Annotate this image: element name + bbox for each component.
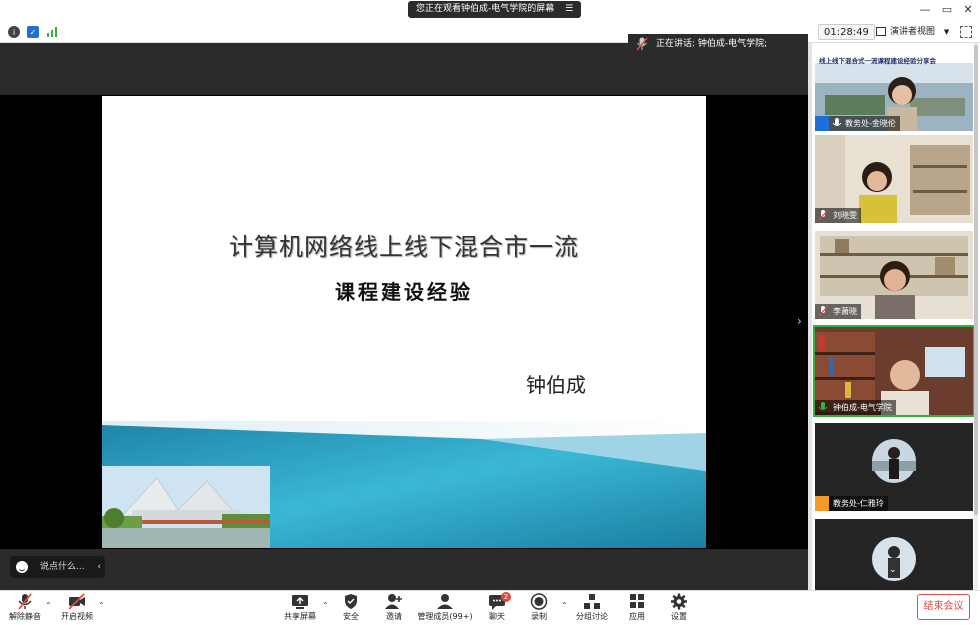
record-label: 录制 [531,612,547,621]
close-button[interactable]: ✕ [961,3,975,16]
meeting-timer: 01:28:49 [818,24,875,40]
minimize-button[interactable]: — [918,3,932,16]
participant-name-bar: 教务处-金晓伦 [815,116,900,131]
record-button[interactable]: 录制 [517,593,561,622]
slide-author: 钟伯成 [526,373,586,397]
chat-button[interactable]: 2 聊天 [475,592,519,622]
participant-tile-active[interactable]: 钟伯成-电气学院 [813,325,975,417]
participant-tile[interactable]: ⌄ [815,519,973,590]
end-meeting-button[interactable]: 结束会议 [917,594,970,620]
participant-tile[interactable]: 刘晓雯 [815,135,973,223]
microphone-icon [832,118,842,126]
info-icon[interactable]: i [8,26,20,38]
speaker-view-button[interactable]: 演讲者视图 ▼ [876,24,949,40]
manage-participants-label: 管理成员(99+) [417,612,473,621]
apps-label: 应用 [629,612,645,621]
start-video-button[interactable]: 开启视频 [55,593,99,622]
maximize-button[interactable]: ▭ [940,3,954,16]
chevron-left-icon[interactable]: ‹ [97,556,101,578]
screen-share-banner[interactable]: 您正在观看钟伯成-电气学院的屏幕 ☰ [408,1,582,18]
chevron-up-icon[interactable]: ⌃ [98,601,105,610]
participants-icon [437,594,453,609]
signal-icon[interactable] [46,26,58,38]
presentation-slide: 计算机网络线上线下混合市一流 课程建设经验 钟伯成 [102,96,706,548]
manage-participants-button[interactable]: 管理成员(99+) [416,593,474,622]
screen-bottom-strip [0,549,808,590]
participant-name: 教务处-仁雅玲 [833,499,884,508]
speaker-view-label: 演讲者视图 [890,27,936,37]
chevron-up-icon[interactable]: ⌃ [322,601,329,610]
participant-name: 教务处-金晓伦 [845,119,896,128]
chat-placeholder: 说点什么... [40,562,85,572]
slide-subtitle: 课程建设经验 [335,280,473,304]
participant-name: 刘晓雯 [833,211,857,220]
security-label: 安全 [343,612,359,621]
participant-name-bar: 刘晓雯 [815,208,861,223]
participant-avatar [815,519,973,590]
meeting-banner-text: 线上线下混合式一流课程建设经验分享会 [819,57,936,65]
person-icon [815,496,829,511]
settings-button[interactable]: 设置 [657,593,701,622]
gallery-scrollbar-thumb[interactable] [974,45,978,515]
breakout-rooms-label: 分组讨论 [576,612,608,621]
share-screen-label: 共享屏幕 [284,612,316,621]
meeting-topbar: i ✓ 01:28:49 演讲者视图 ▼ [0,22,980,43]
active-speaker-text: 正在讲话: 钟伯成-电气学院; [656,39,768,49]
apps-button[interactable]: 应用 [615,593,659,622]
shield-icon [345,594,357,609]
chevron-down-icon: ▼ [943,28,950,36]
share-screen-button[interactable]: 共享屏幕 [278,593,322,622]
record-icon [530,593,548,610]
menu-icon[interactable]: ☰ [565,1,573,18]
microphone-muted-icon [818,306,828,317]
chat-badge: 2 [501,592,511,602]
participant-name-bar: 教务处-仁雅玲 [815,496,888,511]
breakout-rooms-button[interactable]: 分组讨论 [570,593,614,622]
unmute-button[interactable]: 解除静音 [3,593,47,622]
share-screen-icon [292,595,308,609]
video-off-icon [68,593,85,610]
chevron-up-icon[interactable]: ⌃ [45,601,52,610]
meeting-window: 您正在观看钟伯成-电气学院的屏幕 ☰ — ▭ ✕ i ✓ 01:28:49 演讲… [0,0,980,625]
unmute-label: 解除静音 [9,612,41,621]
chevron-down-icon[interactable]: ⌄ [889,565,897,575]
settings-label: 设置 [671,612,687,621]
breakout-icon [584,594,600,609]
apps-icon [630,594,644,608]
participant-tile[interactable]: 教务处-仁雅玲 [815,423,973,511]
layout-icon [876,27,886,36]
participant-name: 钟伯成-电气学院 [833,403,892,412]
chevron-up-icon[interactable]: ⌃ [561,601,568,610]
gear-icon [671,593,687,610]
chat-input[interactable]: 说点什么... ‹ [10,556,105,578]
title-bar: 您正在观看钟伯成-电气学院的屏幕 ☰ — ▭ ✕ [0,0,980,22]
microphone-muted-icon [18,593,32,610]
shield-icon[interactable]: ✓ [27,26,39,38]
slide-title: 计算机网络线上线下混合市一流 [229,233,579,261]
security-button[interactable]: 安全 [329,593,373,622]
microphone-icon [636,37,648,51]
participant-name-bar: 钟伯成-电气学院 [815,400,896,415]
participant-name: 李萧晓 [833,307,857,316]
active-speaker-indicator: 正在讲话: 钟伯成-电气学院; [628,34,808,54]
campus-photo [102,466,270,548]
participant-tile[interactable]: 线上线下混合式一流课程建设经验分享会 教务处-金晓伦 [815,43,973,131]
meeting-controls: 解除静音 ⌃ 开启视频 ⌃ 共享屏幕 ⌃ 安全 邀请 管理成员(99+) 2 聊… [0,590,980,625]
participant-name-bar: 李萧晓 [815,304,861,319]
microphone-muted-icon [818,210,828,221]
chat-label: 聊天 [489,612,505,621]
fullscreen-icon[interactable] [960,26,972,38]
start-video-label: 开启视频 [61,612,93,621]
invite-label: 邀请 [386,612,402,621]
participant-gallery: 线上线下混合式一流课程建设经验分享会 教务处-金晓伦 刘晓雯 李萧晓 钟伯成-电… [812,43,980,590]
participant-tile[interactable]: 李萧晓 [815,231,973,319]
chevron-right-icon[interactable]: › [797,314,802,328]
emoji-icon[interactable] [16,561,28,573]
person-icon [815,116,829,131]
invite-button[interactable]: 邀请 [372,593,416,622]
microphone-active-icon [818,402,828,410]
share-banner-text: 您正在观看钟伯成-电气学院的屏幕 [416,4,555,14]
add-user-icon [385,594,402,609]
